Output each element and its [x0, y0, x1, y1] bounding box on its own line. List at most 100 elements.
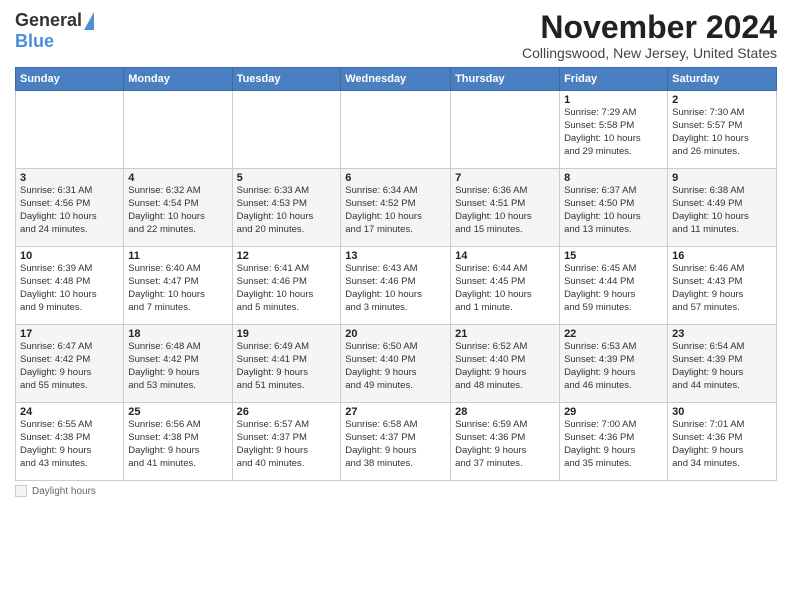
day-info: Sunrise: 6:36 AM Sunset: 4:51 PM Dayligh… — [455, 185, 555, 236]
calendar-cell: 16Sunrise: 6:46 AM Sunset: 4:43 PM Dayli… — [668, 247, 777, 325]
calendar-cell: 15Sunrise: 6:45 AM Sunset: 4:44 PM Dayli… — [560, 247, 668, 325]
calendar-cell: 4Sunrise: 6:32 AM Sunset: 4:54 PM Daylig… — [124, 169, 232, 247]
day-info: Sunrise: 6:56 AM Sunset: 4:38 PM Dayligh… — [128, 419, 227, 470]
calendar-cell: 20Sunrise: 6:50 AM Sunset: 4:40 PM Dayli… — [341, 325, 451, 403]
day-number: 9 — [672, 172, 772, 184]
calendar-cell: 5Sunrise: 6:33 AM Sunset: 4:53 PM Daylig… — [232, 169, 341, 247]
day-number: 26 — [237, 406, 337, 418]
day-number: 23 — [672, 328, 772, 340]
day-info: Sunrise: 6:37 AM Sunset: 4:50 PM Dayligh… — [564, 185, 663, 236]
day-number: 15 — [564, 250, 663, 262]
calendar-cell: 2Sunrise: 7:30 AM Sunset: 5:57 PM Daylig… — [668, 91, 777, 169]
calendar-cell: 1Sunrise: 7:29 AM Sunset: 5:58 PM Daylig… — [560, 91, 668, 169]
col-header-sunday: Sunday — [16, 68, 124, 91]
day-number: 11 — [128, 250, 227, 262]
day-number: 16 — [672, 250, 772, 262]
day-number: 17 — [20, 328, 119, 340]
calendar-cell: 28Sunrise: 6:59 AM Sunset: 4:36 PM Dayli… — [451, 403, 560, 481]
calendar-cell: 27Sunrise: 6:58 AM Sunset: 4:37 PM Dayli… — [341, 403, 451, 481]
calendar-week-row: 10Sunrise: 6:39 AM Sunset: 4:48 PM Dayli… — [16, 247, 777, 325]
calendar-cell: 29Sunrise: 7:00 AM Sunset: 4:36 PM Dayli… — [560, 403, 668, 481]
calendar-cell: 24Sunrise: 6:55 AM Sunset: 4:38 PM Dayli… — [16, 403, 124, 481]
day-info: Sunrise: 6:50 AM Sunset: 4:40 PM Dayligh… — [345, 341, 446, 392]
calendar-cell — [232, 91, 341, 169]
day-number: 10 — [20, 250, 119, 262]
calendar-cell: 26Sunrise: 6:57 AM Sunset: 4:37 PM Dayli… — [232, 403, 341, 481]
day-info: Sunrise: 6:55 AM Sunset: 4:38 PM Dayligh… — [20, 419, 119, 470]
calendar-cell: 6Sunrise: 6:34 AM Sunset: 4:52 PM Daylig… — [341, 169, 451, 247]
day-info: Sunrise: 6:38 AM Sunset: 4:49 PM Dayligh… — [672, 185, 772, 236]
calendar-cell: 11Sunrise: 6:40 AM Sunset: 4:47 PM Dayli… — [124, 247, 232, 325]
day-info: Sunrise: 6:34 AM Sunset: 4:52 PM Dayligh… — [345, 185, 446, 236]
day-number: 13 — [345, 250, 446, 262]
calendar-cell — [451, 91, 560, 169]
page: General Blue November 2024 Collingswood,… — [0, 0, 792, 612]
calendar-cell: 8Sunrise: 6:37 AM Sunset: 4:50 PM Daylig… — [560, 169, 668, 247]
calendar-cell: 25Sunrise: 6:56 AM Sunset: 4:38 PM Dayli… — [124, 403, 232, 481]
calendar-week-row: 24Sunrise: 6:55 AM Sunset: 4:38 PM Dayli… — [16, 403, 777, 481]
day-info: Sunrise: 6:39 AM Sunset: 4:48 PM Dayligh… — [20, 263, 119, 314]
col-header-monday: Monday — [124, 68, 232, 91]
day-info: Sunrise: 6:44 AM Sunset: 4:45 PM Dayligh… — [455, 263, 555, 314]
calendar-cell: 17Sunrise: 6:47 AM Sunset: 4:42 PM Dayli… — [16, 325, 124, 403]
calendar-header-row: SundayMondayTuesdayWednesdayThursdayFrid… — [16, 68, 777, 91]
calendar-week-row: 1Sunrise: 7:29 AM Sunset: 5:58 PM Daylig… — [16, 91, 777, 169]
day-info: Sunrise: 6:48 AM Sunset: 4:42 PM Dayligh… — [128, 341, 227, 392]
day-info: Sunrise: 6:33 AM Sunset: 4:53 PM Dayligh… — [237, 185, 337, 236]
day-number: 29 — [564, 406, 663, 418]
day-info: Sunrise: 6:47 AM Sunset: 4:42 PM Dayligh… — [20, 341, 119, 392]
calendar-cell — [124, 91, 232, 169]
daylight-hours-box — [15, 485, 27, 497]
day-number: 19 — [237, 328, 337, 340]
day-number: 22 — [564, 328, 663, 340]
day-info: Sunrise: 6:46 AM Sunset: 4:43 PM Dayligh… — [672, 263, 772, 314]
calendar-cell: 23Sunrise: 6:54 AM Sunset: 4:39 PM Dayli… — [668, 325, 777, 403]
day-number: 24 — [20, 406, 119, 418]
logo-blue-text: Blue — [15, 31, 54, 52]
calendar-cell: 30Sunrise: 7:01 AM Sunset: 4:36 PM Dayli… — [668, 403, 777, 481]
day-info: Sunrise: 6:59 AM Sunset: 4:36 PM Dayligh… — [455, 419, 555, 470]
calendar-table: SundayMondayTuesdayWednesdayThursdayFrid… — [15, 67, 777, 481]
header: General Blue November 2024 Collingswood,… — [15, 10, 777, 61]
col-header-saturday: Saturday — [668, 68, 777, 91]
day-info: Sunrise: 6:54 AM Sunset: 4:39 PM Dayligh… — [672, 341, 772, 392]
daylight-hours-label: Daylight hours — [32, 486, 96, 497]
calendar-cell: 7Sunrise: 6:36 AM Sunset: 4:51 PM Daylig… — [451, 169, 560, 247]
month-title: November 2024 — [522, 10, 777, 45]
day-info: Sunrise: 6:43 AM Sunset: 4:46 PM Dayligh… — [345, 263, 446, 314]
day-number: 8 — [564, 172, 663, 184]
day-info: Sunrise: 7:30 AM Sunset: 5:57 PM Dayligh… — [672, 107, 772, 158]
location-text: Collingswood, New Jersey, United States — [522, 45, 777, 61]
calendar-week-row: 17Sunrise: 6:47 AM Sunset: 4:42 PM Dayli… — [16, 325, 777, 403]
day-info: Sunrise: 7:00 AM Sunset: 4:36 PM Dayligh… — [564, 419, 663, 470]
day-number: 3 — [20, 172, 119, 184]
day-info: Sunrise: 6:31 AM Sunset: 4:56 PM Dayligh… — [20, 185, 119, 236]
day-info: Sunrise: 6:49 AM Sunset: 4:41 PM Dayligh… — [237, 341, 337, 392]
calendar-cell — [341, 91, 451, 169]
day-info: Sunrise: 6:57 AM Sunset: 4:37 PM Dayligh… — [237, 419, 337, 470]
calendar-week-row: 3Sunrise: 6:31 AM Sunset: 4:56 PM Daylig… — [16, 169, 777, 247]
day-number: 5 — [237, 172, 337, 184]
logo: General Blue — [15, 10, 94, 52]
calendar-cell: 9Sunrise: 6:38 AM Sunset: 4:49 PM Daylig… — [668, 169, 777, 247]
day-number: 12 — [237, 250, 337, 262]
day-info: Sunrise: 6:53 AM Sunset: 4:39 PM Dayligh… — [564, 341, 663, 392]
calendar-cell: 18Sunrise: 6:48 AM Sunset: 4:42 PM Dayli… — [124, 325, 232, 403]
day-info: Sunrise: 6:32 AM Sunset: 4:54 PM Dayligh… — [128, 185, 227, 236]
calendar-cell: 14Sunrise: 6:44 AM Sunset: 4:45 PM Dayli… — [451, 247, 560, 325]
day-number: 2 — [672, 94, 772, 106]
col-header-friday: Friday — [560, 68, 668, 91]
calendar-cell: 21Sunrise: 6:52 AM Sunset: 4:40 PM Dayli… — [451, 325, 560, 403]
day-number: 21 — [455, 328, 555, 340]
day-info: Sunrise: 6:52 AM Sunset: 4:40 PM Dayligh… — [455, 341, 555, 392]
calendar-cell: 10Sunrise: 6:39 AM Sunset: 4:48 PM Dayli… — [16, 247, 124, 325]
col-header-wednesday: Wednesday — [341, 68, 451, 91]
footer-note: Daylight hours — [15, 485, 777, 497]
day-number: 28 — [455, 406, 555, 418]
day-number: 18 — [128, 328, 227, 340]
col-header-tuesday: Tuesday — [232, 68, 341, 91]
day-number: 6 — [345, 172, 446, 184]
calendar-cell: 12Sunrise: 6:41 AM Sunset: 4:46 PM Dayli… — [232, 247, 341, 325]
day-number: 27 — [345, 406, 446, 418]
day-number: 1 — [564, 94, 663, 106]
